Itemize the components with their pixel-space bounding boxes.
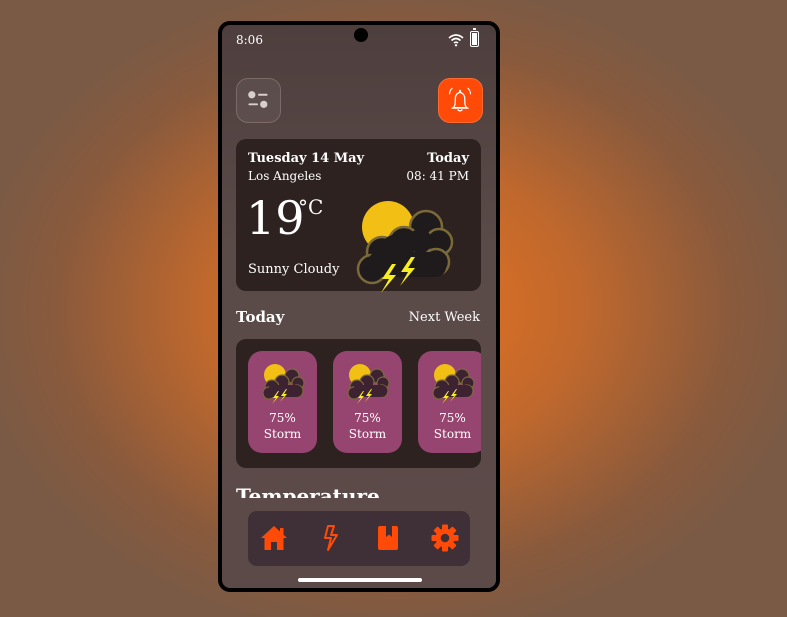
- alarm-button[interactable]: [438, 78, 483, 123]
- sun-cloud-thunder-icon: [262, 364, 305, 404]
- forecast-percent: 75%: [269, 411, 296, 425]
- current-weather-card[interactable]: Tuesday 14 May Los Angeles Today 08: 41 …: [236, 139, 481, 293]
- status-time: 8:06: [236, 33, 263, 47]
- home-icon: [261, 526, 287, 550]
- temperature-unit: °C: [298, 195, 324, 219]
- sun-cloud-thunder-icon: [432, 364, 475, 404]
- bookmark-icon: [378, 526, 398, 550]
- current-time: 08: 41 PM: [406, 169, 469, 183]
- current-day-label: Today: [427, 151, 469, 166]
- section-title-temperature: Temperature: [236, 485, 380, 498]
- forecast-label: Storm: [348, 427, 387, 441]
- sun-cloud-thunder-icon: [356, 201, 454, 293]
- gear-icon: [431, 524, 459, 552]
- nav-storm[interactable]: [316, 523, 346, 553]
- bottom-navbar: [248, 511, 470, 566]
- settings-toggle-icon: [248, 91, 268, 108]
- alarm-bell-icon: [448, 87, 472, 112]
- next-week-link[interactable]: Next Week: [409, 310, 480, 325]
- lightning-icon: [324, 525, 338, 551]
- menu-button[interactable]: [236, 78, 281, 123]
- forecast-percent: 75%: [354, 411, 381, 425]
- phone-frame: 8:06 Tuesday 14 May Los Angeles Today 08…: [218, 21, 500, 592]
- forecast-card[interactable]: 75% Storm: [248, 351, 317, 453]
- section-title-today: Today: [236, 308, 285, 326]
- sun-cloud-thunder-icon: [347, 364, 390, 404]
- front-camera: [354, 28, 368, 42]
- current-temperature: 19: [246, 191, 305, 245]
- forecast-label: Storm: [433, 427, 472, 441]
- nav-home[interactable]: [259, 523, 289, 553]
- current-condition: Sunny Cloudy: [248, 262, 340, 277]
- nav-settings[interactable]: [430, 523, 460, 553]
- forecast-percent: 75%: [439, 411, 466, 425]
- battery-icon: [470, 28, 479, 47]
- current-date: Tuesday 14 May: [248, 151, 365, 166]
- forecast-card[interactable]: 75% Storm: [418, 351, 481, 453]
- hourly-forecast-list[interactable]: 75% Storm 75% Storm 75% Storm: [236, 339, 481, 468]
- status-bar: 8:06: [222, 25, 496, 55]
- nav-saved[interactable]: [373, 523, 403, 553]
- wifi-icon: [448, 34, 464, 47]
- current-city: Los Angeles: [248, 169, 322, 183]
- home-indicator[interactable]: [298, 578, 422, 582]
- forecast-card[interactable]: 75% Storm: [333, 351, 402, 453]
- forecast-label: Storm: [263, 427, 302, 441]
